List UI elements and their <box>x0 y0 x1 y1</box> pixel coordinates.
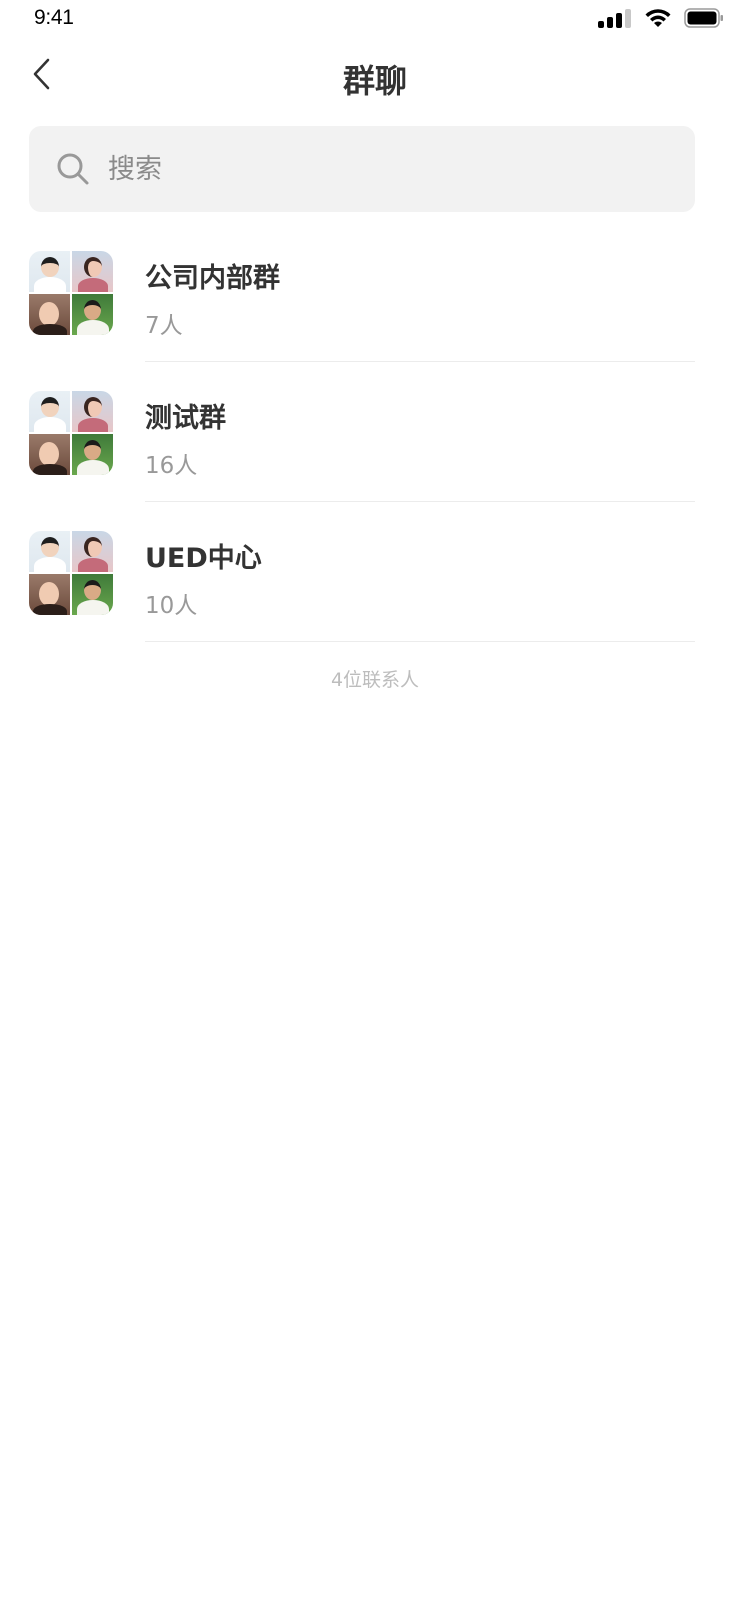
group-avatar <box>29 251 113 335</box>
group-list: 公司内部群 7人 测试群 16人 UED中心 10人 <box>0 230 750 650</box>
group-member-count: 7人 <box>145 313 183 339</box>
member-avatar <box>29 251 70 292</box>
signal-icon <box>598 8 632 32</box>
group-chat-screen: 9:41 群聊 搜索 公司内部群 7人 测试群 16人 UED中心 10人 4位… <box>0 0 750 1624</box>
group-name: 测试群 <box>145 403 226 434</box>
group-member-count: 16人 <box>145 453 198 479</box>
group-name: 公司内部群 <box>145 263 280 294</box>
search-icon <box>56 152 90 186</box>
member-avatar <box>29 391 70 432</box>
group-avatar <box>29 391 113 475</box>
search-box[interactable] <box>29 126 695 212</box>
search-input[interactable] <box>108 153 668 185</box>
divider <box>145 501 695 502</box>
member-avatar <box>29 434 70 475</box>
group-list-item[interactable]: 公司内部群 7人 <box>0 230 750 370</box>
member-avatar <box>29 531 70 572</box>
group-list-item[interactable]: 测试群 16人 <box>0 370 750 510</box>
group-name: UED中心 <box>145 543 262 574</box>
member-avatar <box>72 391 113 432</box>
status-icons <box>598 8 724 32</box>
member-avatar <box>72 251 113 292</box>
page-title: 群聊 <box>342 62 407 100</box>
member-avatar <box>29 574 70 615</box>
group-member-count: 10人 <box>145 593 198 619</box>
status-time: 9:41 <box>34 6 74 29</box>
status-bar: 9:41 <box>0 0 750 40</box>
member-avatar <box>72 434 113 475</box>
member-avatar <box>72 531 113 572</box>
divider <box>145 641 695 642</box>
contacts-count-footer: 4位联系人 <box>330 669 420 691</box>
member-avatar <box>72 574 113 615</box>
nav-bar: 群聊 <box>0 40 750 118</box>
group-avatar <box>29 531 113 615</box>
member-avatar <box>29 294 70 335</box>
group-list-item[interactable]: UED中心 10人 <box>0 510 750 650</box>
wifi-icon <box>644 8 672 32</box>
battery-icon <box>684 8 724 32</box>
divider <box>145 361 695 362</box>
member-avatar <box>72 294 113 335</box>
